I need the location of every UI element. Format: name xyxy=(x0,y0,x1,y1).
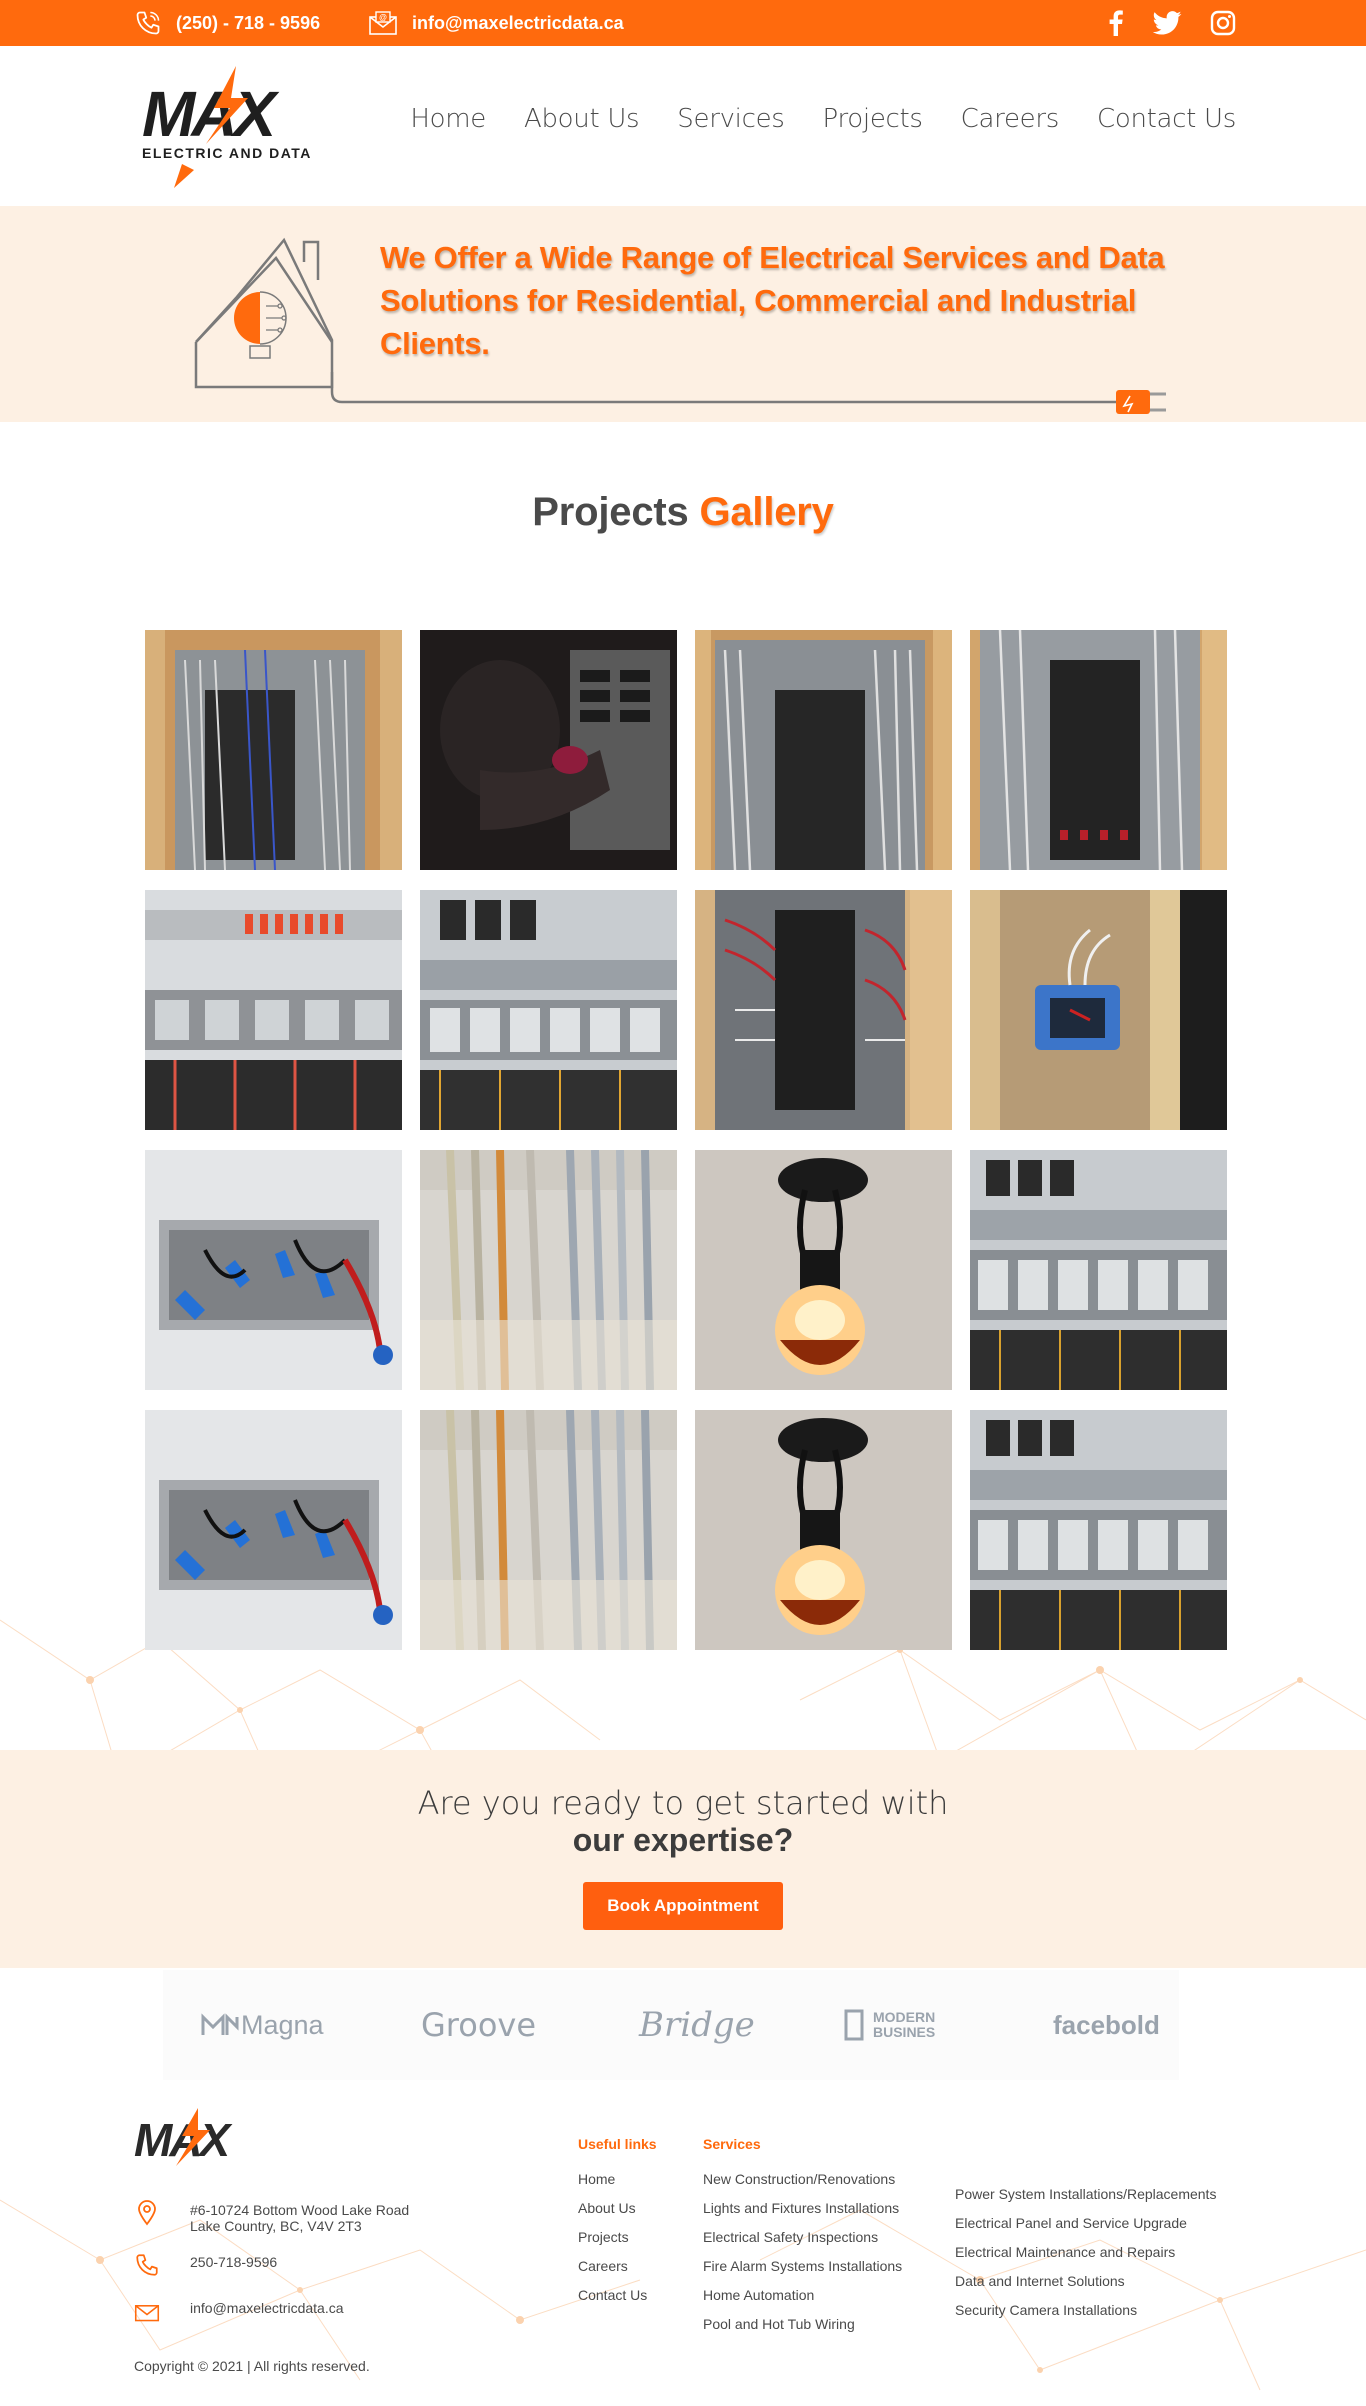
phone-icon xyxy=(136,11,160,35)
top-contact-bar: (250) - 718 - 9596 @ info@maxelectricdat… xyxy=(0,0,1366,46)
gallery-image-technician-working[interactable] xyxy=(420,630,677,870)
service-link[interactable]: Lights and Fixtures Installations xyxy=(703,2200,902,2229)
project-gallery-grid xyxy=(145,630,1227,1650)
phone-icon xyxy=(136,2254,158,2276)
gallery-image-control-cabinet-2[interactable] xyxy=(420,890,677,1130)
site-header: MAX ELECTRIC AND DATA Home About Us Serv… xyxy=(0,46,1366,206)
partner-modern-line1: MODERN xyxy=(873,2009,936,2025)
partner-modern-line2: BUSINES xyxy=(873,2024,936,2040)
hero-headline: We Offer a Wide Range of Electrical Serv… xyxy=(380,240,1165,361)
topbar-email[interactable]: @ info@maxelectricdata.ca xyxy=(368,0,624,46)
address-line-1: #6-10724 Bottom Wood Lake Road xyxy=(190,2202,410,2218)
topbar-phone[interactable]: (250) - 718 - 9596 xyxy=(134,0,320,46)
nav-contact-us[interactable]: Contact Us xyxy=(1097,104,1236,134)
footer-useful-links: Useful links Home About Us Projects Care… xyxy=(578,2136,657,2316)
partner-bridge-text: Bridge xyxy=(639,2005,755,2045)
facebook-icon[interactable] xyxy=(1108,10,1124,36)
mail-icon: @ xyxy=(369,11,397,35)
gallery-image-breaker-panel-red[interactable] xyxy=(695,890,952,1130)
instagram-icon[interactable] xyxy=(1210,10,1236,36)
modern-business-icon xyxy=(844,2009,864,2041)
footer-link-contact-us[interactable]: Contact Us xyxy=(578,2287,657,2316)
gallery-image-conduit-cables[interactable] xyxy=(420,1150,677,1390)
twitter-icon[interactable] xyxy=(1152,11,1182,35)
cta-section: Are you ready to get started with our ex… xyxy=(0,1750,1366,1968)
book-appointment-button[interactable]: Book Appointment xyxy=(583,1882,783,1930)
service-link[interactable]: Security Camera Installations xyxy=(955,2302,1216,2331)
gallery-image-lit-bulb[interactable] xyxy=(695,1410,952,1650)
svg-text:ELECTRIC AND DATA: ELECTRIC AND DATA xyxy=(142,145,312,161)
max-logo[interactable]: MAX ELECTRIC AND DATA xyxy=(138,66,348,196)
gallery-image-control-cabinet-3[interactable] xyxy=(970,1150,1227,1390)
footer-link-projects[interactable]: Projects xyxy=(578,2229,657,2258)
service-link[interactable]: Fire Alarm Systems Installations xyxy=(703,2258,902,2287)
footer-link-careers[interactable]: Careers xyxy=(578,2258,657,2287)
gallery-image-outlet-box-wiring[interactable] xyxy=(145,1410,402,1650)
footer-link-about-us[interactable]: About Us xyxy=(578,2200,657,2229)
service-link[interactable]: Electrical Maintenance and Repairs xyxy=(955,2244,1216,2273)
gallery-title: Projects Gallery xyxy=(0,490,1366,535)
footer-phone[interactable]: 250-718-9596 xyxy=(134,2252,277,2278)
social-links xyxy=(1108,0,1236,46)
partner-groove-text: Groove xyxy=(421,2006,537,2044)
gallery-image-panel-wiring-1[interactable] xyxy=(145,630,402,870)
partner-logo-groove[interactable]: Groove xyxy=(421,1970,536,2080)
service-link[interactable]: Home Automation xyxy=(703,2287,902,2316)
service-link[interactable]: Data and Internet Solutions xyxy=(955,2273,1216,2302)
hero-banner: We Offer a Wide Range of Electrical Serv… xyxy=(0,206,1366,422)
partner-logo-magna[interactable]: Magna xyxy=(201,1970,324,2080)
svg-text:MAX: MAX xyxy=(142,78,280,150)
nav-careers[interactable]: Careers xyxy=(961,104,1060,134)
cta-line-1: Are you ready to get started with xyxy=(417,1784,949,1822)
gallery-image-control-cabinet-1[interactable] xyxy=(145,890,402,1130)
svg-text:@: @ xyxy=(379,13,387,22)
gallery-image-panel-wiring-3[interactable] xyxy=(970,630,1227,870)
copyright: Copyright © 2021 | All rights reserved. xyxy=(134,2358,370,2374)
nav-home[interactable]: Home xyxy=(410,104,486,134)
service-link[interactable]: Electrical Safety Inspections xyxy=(703,2229,902,2258)
service-link[interactable]: Power System Installations/Replacements xyxy=(955,2186,1216,2215)
magna-icon xyxy=(201,2013,239,2035)
service-link[interactable]: New Construction/Renovations xyxy=(703,2171,902,2200)
footer-logo[interactable]: MAX xyxy=(134,2108,266,2180)
footer-link-home[interactable]: Home xyxy=(578,2171,657,2200)
cta-line-2: our expertise? xyxy=(572,1822,794,1858)
nav-services[interactable]: Services xyxy=(677,104,785,134)
partner-logo-modern-business[interactable]: MODERN BUSINES xyxy=(843,1970,935,2080)
partner-magna-text: Magna xyxy=(241,2009,324,2040)
gallery-image-conduit-cables[interactable] xyxy=(420,1410,677,1650)
location-pin-icon xyxy=(138,2200,156,2226)
nav-about-us[interactable]: About Us xyxy=(524,104,640,134)
partner-logo-facebold[interactable]: facebold xyxy=(1053,1970,1160,2080)
topbar-phone-text: (250) - 718 - 9596 xyxy=(176,12,321,33)
footer-services-col2: Power System Installations/Replacements … xyxy=(955,2186,1216,2331)
partner-facebold-text: facebold xyxy=(1053,2009,1160,2040)
footer-phone-text: 250-718-9596 xyxy=(190,2254,278,2270)
gallery-image-outlet-box-wiring[interactable] xyxy=(145,1150,402,1390)
services-title: Services xyxy=(703,2136,761,2152)
gallery-title-part2: Gallery xyxy=(699,490,834,534)
topbar-email-text: info@maxelectricdata.ca xyxy=(412,12,624,33)
gallery-title-part1: Projects xyxy=(532,490,689,534)
mail-icon xyxy=(134,2305,160,2322)
service-link[interactable]: Electrical Panel and Service Upgrade xyxy=(955,2215,1216,2244)
service-link[interactable]: Pool and Hot Tub Wiring xyxy=(703,2316,902,2345)
partner-logos: Magna Groove Bridge MODERN BUSINES facebo… xyxy=(163,1970,1179,2080)
useful-links-title: Useful links xyxy=(578,2136,657,2152)
gallery-image-control-cabinet-3[interactable] xyxy=(970,1410,1227,1650)
main-nav: Home About Us Services Projects Careers … xyxy=(410,104,1236,134)
nav-projects[interactable]: Projects xyxy=(823,104,923,134)
partner-logo-bridge[interactable]: Bridge xyxy=(639,1970,755,2080)
footer-address: #6-10724 Bottom Wood Lake Road Lake Count… xyxy=(134,2200,409,2234)
address-line-2: Lake Country, BC, V4V 2T3 xyxy=(190,2218,362,2234)
footer-email-text: info@maxelectricdata.ca xyxy=(190,2300,344,2316)
gallery-image-lit-bulb[interactable] xyxy=(695,1150,952,1390)
gallery-image-panel-wiring-2[interactable] xyxy=(695,630,952,870)
footer-services-col1: Services New Construction/Renovations Li… xyxy=(703,2136,902,2345)
gallery-image-junction-box-blue[interactable] xyxy=(970,890,1227,1130)
footer-email[interactable]: info@maxelectricdata.ca xyxy=(134,2298,344,2324)
